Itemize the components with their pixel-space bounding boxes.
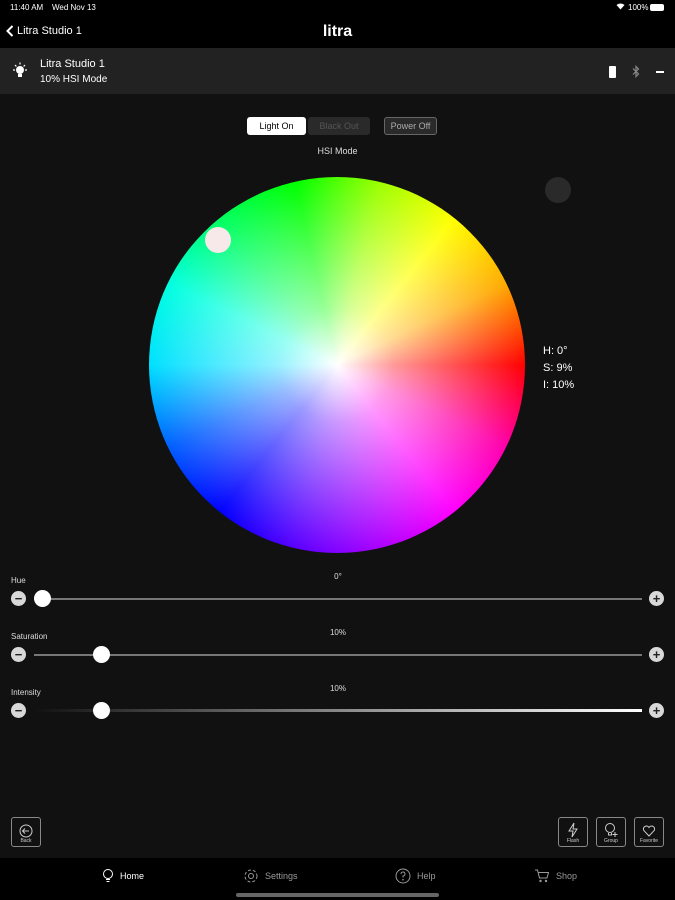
group-label: Group: [604, 838, 618, 844]
hue-readout: H: 0°: [543, 345, 568, 357]
bulb-icon: [103, 869, 113, 882]
saturation-label: Saturation: [11, 632, 48, 641]
group-button[interactable]: Group: [596, 817, 626, 847]
wifi-icon: [616, 2, 625, 12]
tab-shop-label: Shop: [556, 871, 578, 881]
intensity-label: Intensity: [11, 688, 41, 697]
cart-icon: [535, 869, 550, 883]
intensity-readout: I: 10%: [543, 379, 575, 391]
status-date: Wed Nov 13: [52, 3, 96, 12]
saturation-readout: S: 9%: [543, 362, 573, 374]
back-action-button[interactable]: Back: [11, 817, 41, 847]
battery-percent: 100%: [628, 3, 649, 12]
collapse-icon[interactable]: [656, 71, 664, 73]
saturation-decrease-button[interactable]: −: [11, 647, 26, 662]
favorite-button[interactable]: Favorite: [634, 817, 664, 847]
gear-icon: [244, 869, 258, 883]
tab-home[interactable]: Home: [102, 868, 144, 884]
device-name: Litra Studio 1: [40, 58, 105, 70]
intensity-value: 10%: [329, 684, 346, 693]
device-mode: 10% HSI Mode: [40, 74, 108, 85]
device-bar[interactable]: Litra Studio 1 10% HSI Mode: [0, 48, 675, 94]
nav-bar: Litra Studio 1 litra: [0, 16, 675, 48]
hue-label: Hue: [11, 576, 26, 585]
tab-settings[interactable]: Settings: [243, 868, 298, 884]
color-preset-dot[interactable]: [545, 177, 571, 203]
app-title: litra: [322, 23, 353, 40]
hue-slider-track[interactable]: [34, 598, 642, 600]
light-on-button[interactable]: Light On: [247, 117, 306, 135]
intensity-increase-button[interactable]: +: [649, 703, 664, 718]
intensity-slider-track[interactable]: [34, 709, 642, 712]
tab-home-label: Home: [120, 871, 145, 881]
power-off-button[interactable]: Power Off: [384, 117, 437, 135]
tab-help[interactable]: Help: [395, 868, 436, 884]
tab-bar: Home Settings Help Shop: [0, 858, 675, 900]
flash-label: Flash: [566, 838, 580, 844]
question-icon: [395, 868, 411, 884]
intensity-slider-thumb[interactable]: [93, 702, 110, 719]
battery-icon: [650, 4, 664, 11]
tab-help-label: Help: [417, 871, 436, 881]
hue-decrease-button[interactable]: −: [11, 591, 26, 606]
lightning-icon: [568, 822, 578, 838]
hue-value: 0°: [334, 572, 342, 581]
bulb-icon: [12, 62, 28, 85]
saturation-slider-thumb[interactable]: [93, 646, 110, 663]
tab-settings-label: Settings: [265, 871, 298, 881]
black-out-button[interactable]: Black Out: [308, 117, 370, 135]
status-bar: 11:40 AM Wed Nov 13 100%: [0, 0, 675, 16]
back-action-label: Back: [20, 838, 32, 844]
tab-shop[interactable]: Shop: [534, 868, 577, 884]
flash-button[interactable]: Flash: [558, 817, 588, 847]
home-indicator: [236, 893, 439, 897]
bluetooth-icon: [632, 65, 640, 83]
heart-icon: [642, 825, 656, 837]
mode-title: HSI Mode: [317, 146, 358, 156]
bulb-plus-icon: [605, 823, 618, 837]
saturation-value: 10%: [329, 628, 346, 637]
saturation-increase-button[interactable]: +: [649, 647, 664, 662]
favorite-label: Favorite: [639, 838, 659, 844]
back-arrow-icon: [19, 824, 33, 838]
device-battery-icon: [609, 66, 616, 78]
saturation-slider-track[interactable]: [34, 654, 642, 656]
color-wheel-picker[interactable]: [205, 227, 231, 253]
hue-slider-thumb[interactable]: [34, 590, 51, 607]
hsi-readout: H: 0° S: 9% I: 10%: [543, 343, 574, 394]
hue-increase-button[interactable]: +: [649, 591, 664, 606]
intensity-decrease-button[interactable]: −: [11, 703, 26, 718]
status-time: 11:40 AM: [10, 3, 44, 12]
